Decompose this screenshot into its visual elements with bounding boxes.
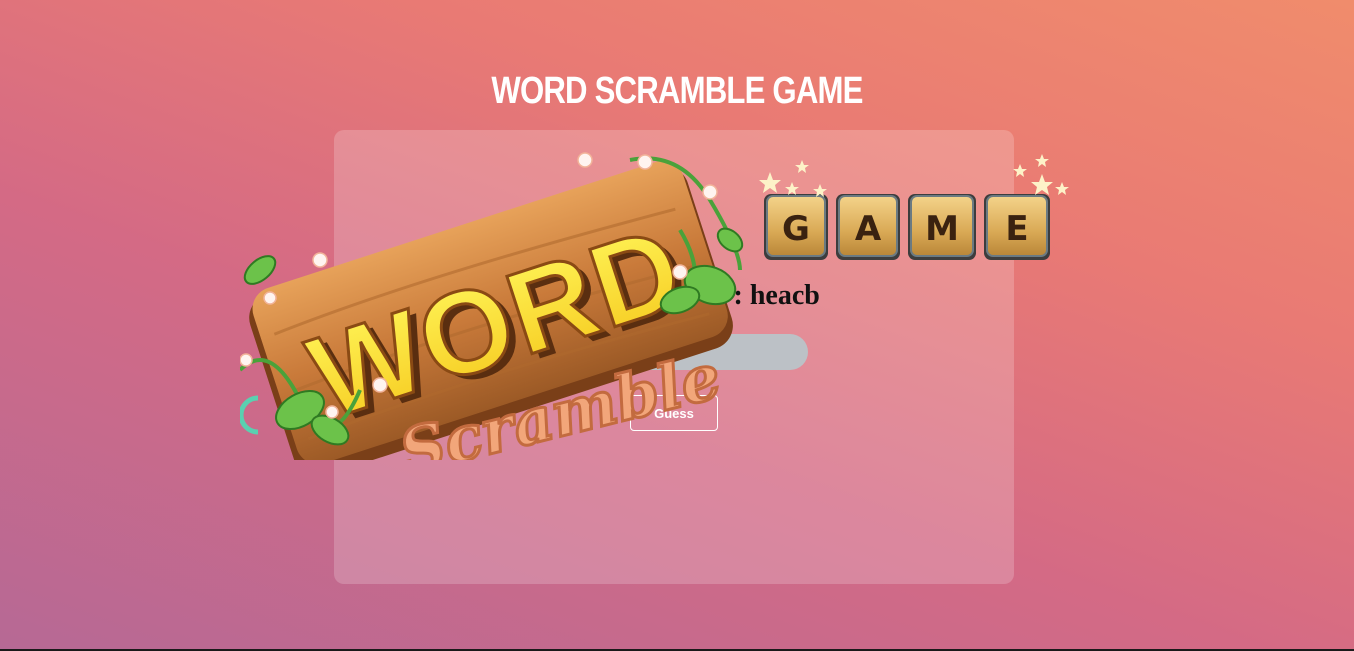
game-tile-a: A <box>836 194 900 260</box>
game-tile-m: M <box>908 194 976 260</box>
page-title: WORD SCRAMBLE GAME <box>491 70 863 112</box>
svg-text:M: M <box>925 209 959 249</box>
word-scramble-logo: WORD WORD Scramble G A M E <box>240 152 1069 460</box>
green-ring-fragment <box>240 395 259 435</box>
svg-text:G: G <box>782 209 810 249</box>
sparkle-stars <box>759 154 1069 197</box>
game-tiles: G A M E <box>764 194 1050 260</box>
game-tile-e: E <box>984 194 1050 260</box>
svg-text:E: E <box>1005 209 1028 249</box>
game-tile-g: G <box>764 194 828 260</box>
svg-text:A: A <box>855 209 882 249</box>
